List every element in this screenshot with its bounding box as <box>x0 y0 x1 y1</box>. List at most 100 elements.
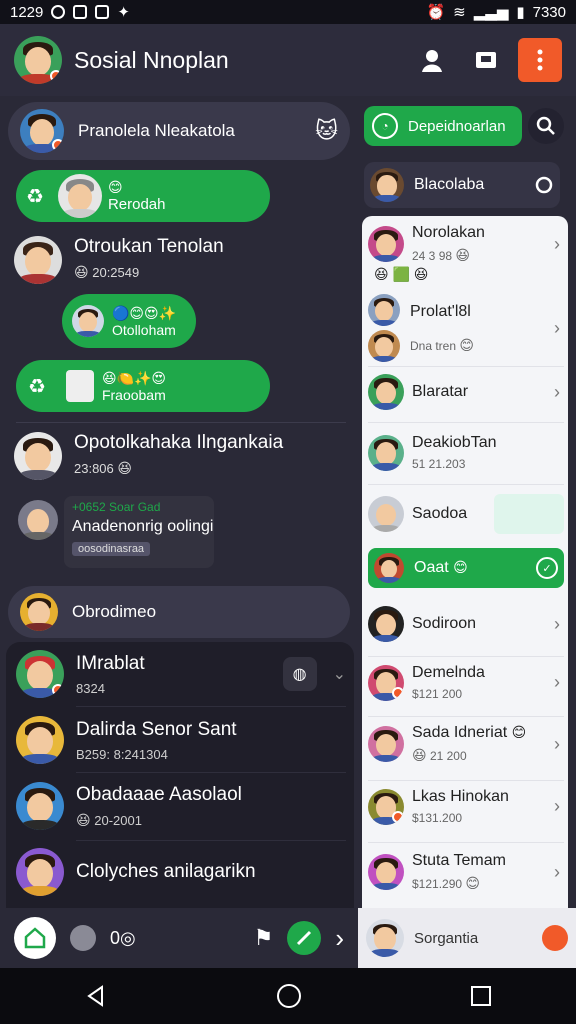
send-icon[interactable]: › <box>335 923 344 954</box>
footer-avatar <box>366 919 404 957</box>
pencil-icon <box>297 930 312 946</box>
message-bubble-1[interactable]: ♻ 😊 Rerodah <box>16 170 270 222</box>
message-bubble-2[interactable]: 🔵😊😍✨ Otolloham <box>62 294 196 348</box>
system-nav-bar <box>0 968 576 1024</box>
contact-avatar <box>368 374 404 410</box>
contact-subtitle: 24 3 98 😆 <box>412 247 470 263</box>
contact-subtitle: $121 200 <box>412 687 463 701</box>
group-label: Obrodimeo <box>72 602 157 621</box>
divider <box>76 706 346 707</box>
featured-chat-row[interactable]: Pranolela Nleakatola 🐱 <box>8 102 350 160</box>
list-item[interactable]: Obadaaae Aasolaol 😆 20-2001 <box>16 782 346 830</box>
highlight-block <box>494 494 564 534</box>
divider <box>16 422 346 423</box>
contacts-filter[interactable]: Blacolaba <box>364 162 560 208</box>
list-subtitle: 8324 <box>76 680 105 696</box>
contact-name: Prolat'l8l <box>410 302 471 320</box>
divider <box>368 366 564 367</box>
status-time-left: 1229 <box>10 3 44 21</box>
contact-item[interactable]: Blaratar › <box>368 374 564 410</box>
contact-item[interactable]: DeakiobTan 51 21.203 <box>368 434 564 471</box>
contact-name: DeakiobTan <box>412 434 497 451</box>
wifi-icon: ≋ <box>453 4 466 21</box>
recycle-icon: ♻ <box>28 375 46 398</box>
home-circle-icon[interactable] <box>276 983 302 1009</box>
contacts-list: Norolakan 24 3 98 😆 › 😆 🟩 😆 Prolat'l8l Dna… <box>362 216 568 968</box>
compose-button[interactable] <box>287 921 322 955</box>
list-name: Obadaaae Aasolaol <box>76 783 242 805</box>
contact-name: Norolakan <box>412 224 485 241</box>
bubble-label: Otolloham <box>112 321 176 338</box>
divider <box>368 656 564 657</box>
filter-label: Blacolaba <box>414 176 485 193</box>
pin-icon[interactable]: ⚑ <box>254 925 274 951</box>
contact-item[interactable]: Demelnda $121 200 › <box>368 664 564 701</box>
group-row[interactable]: Obrodimeo <box>8 586 350 638</box>
preview-message: Anadenonrig oolingi <box>72 518 214 535</box>
battery-icon: ▮ <box>516 4 525 21</box>
contact-subtitle: $131.200 <box>412 811 463 825</box>
divider <box>368 716 564 717</box>
divider <box>368 484 564 485</box>
contact-avatar <box>368 726 404 762</box>
contact-name: Lkas Hinokan <box>412 788 509 805</box>
preview-avatar <box>18 500 58 540</box>
app-title: Sosial Nnoplan <box>74 46 229 73</box>
contacts-footer[interactable]: Sorgantia <box>358 908 576 968</box>
divider <box>76 840 346 841</box>
mail-icon <box>95 5 110 19</box>
chat-preview[interactable]: +0652 Soar Gad Anadenonrig oolingi oosod… <box>18 496 214 568</box>
chevron-right-icon: › <box>554 796 560 816</box>
chat-row-2[interactable]: Opotolkahaka Ilngankaia 23:806 😆 <box>14 432 283 480</box>
filter-avatar <box>370 168 404 202</box>
contact-item[interactable]: Stuta Temam $121.290 😊 › <box>368 852 564 892</box>
contact-item-selected[interactable]: Oaat 😊 ✓ <box>368 548 564 588</box>
list-item[interactable]: Dalirda Senor Sant B259: 8:241304 <box>16 716 346 764</box>
archive-button[interactable] <box>464 38 508 82</box>
contact-avatar <box>368 226 404 262</box>
list-subtitle: B259: 8:241304 <box>76 746 168 762</box>
status-icon[interactable] <box>70 925 96 951</box>
search-icon <box>535 176 553 194</box>
contact-item[interactable]: Sada Idneriat 😊 😆 21 200 › <box>368 724 564 764</box>
message-bubble-3[interactable]: ♻ 😆🍋✨😍 Fraoobam <box>16 360 270 412</box>
profile-avatar[interactable] <box>14 36 62 84</box>
notification-badge-icon[interactable] <box>542 925 568 951</box>
home-button[interactable] <box>14 917 56 959</box>
back-icon[interactable] <box>84 984 108 1008</box>
chat-name: Opotolkahaka Ilngankaia <box>74 432 284 453</box>
contact-subtitle: Dna tren 😊 <box>410 336 474 353</box>
recents-icon[interactable] <box>470 985 492 1007</box>
more-menu-button[interactable] <box>518 38 562 82</box>
list-item[interactable]: IMrablat 8324 ◍ ⌄ <box>16 650 346 698</box>
contacts-panel: ◔ Depeidnoarlan Blacolaba Norolakan 24 3 … <box>358 96 576 968</box>
contact-item[interactable]: Norolakan 24 3 98 😆 › <box>368 224 564 264</box>
more-vertical-icon <box>537 49 543 71</box>
contact-item[interactable]: Prolat'l8l Dna tren 😊 › <box>368 294 564 362</box>
contact-name: Saodoa <box>412 505 468 522</box>
divider <box>368 842 564 843</box>
chat-subtitle: 23:806 😆 <box>74 460 132 476</box>
contact-item[interactable]: Saodoa <box>368 494 564 534</box>
status-bar: 1229 ✦ ⏰ ≋ ▂▃▅ ▮ 7330 <box>0 0 576 24</box>
bubble-label: Fraoobam <box>101 386 166 403</box>
chat-bubble-icon[interactable]: ◍ <box>282 657 317 691</box>
contact-name: Demelnda <box>412 664 485 681</box>
chevron-down-icon[interactable]: ⌄ <box>333 664 346 684</box>
featured-avatar <box>20 109 64 153</box>
location-icon: ✦ <box>117 4 130 21</box>
list-avatar <box>16 848 64 896</box>
contact-item[interactable]: Sodiroon › <box>368 606 564 642</box>
bubble-label: Rerodah <box>107 196 166 213</box>
chat-row-1[interactable]: Otroukan Tenolan 😆 20:2549 <box>14 236 224 284</box>
search-button[interactable] <box>528 108 564 144</box>
list-item[interactable]: Clolyches anilagarikn <box>16 848 346 896</box>
home-icon <box>24 927 46 949</box>
contact-item[interactable]: Lkas Hinokan $131.200 › <box>368 788 564 825</box>
list-name: Dalirda Senor Sant <box>76 718 237 740</box>
emoji-icon: 😊 <box>107 179 123 195</box>
stories-icon[interactable]: 0◎ <box>110 928 136 949</box>
group-avatar <box>20 593 58 631</box>
search-button[interactable] <box>410 38 454 82</box>
contacts-search-pill[interactable]: ◔ Depeidnoarlan <box>364 106 522 146</box>
